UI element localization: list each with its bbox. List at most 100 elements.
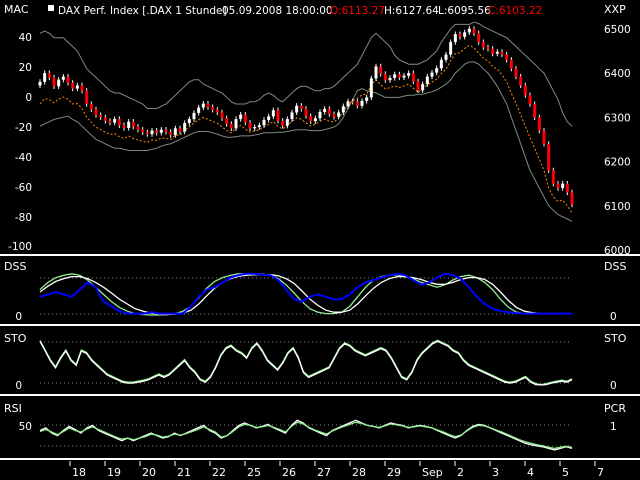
sto-panel: STO STO 0 0 xyxy=(4,332,627,392)
candle-body xyxy=(290,112,294,120)
candle-body xyxy=(47,73,51,78)
legend-marker xyxy=(48,5,54,11)
candle-body xyxy=(229,123,233,129)
rsi-panel: RSI PCR 50 1 xyxy=(4,402,626,451)
candle-body xyxy=(533,104,537,118)
dss-right-label: DSS xyxy=(604,260,626,273)
header-high: H:6127.64 xyxy=(384,5,439,17)
sto-right-label: STO xyxy=(604,332,627,345)
candle-body xyxy=(99,115,103,118)
x-axis: 18 19 20 21 22 25 26 27 28 29 Sep 2 3 4 5 7 xyxy=(69,461,604,479)
candle-body xyxy=(323,108,327,112)
x-tick-label: 21 xyxy=(177,466,191,479)
candle-body xyxy=(164,129,168,132)
candle-body xyxy=(313,118,317,122)
candle-body xyxy=(505,54,509,60)
candle-body xyxy=(341,106,345,113)
candle-body xyxy=(481,42,485,48)
candle-body xyxy=(449,42,453,55)
candle-body xyxy=(117,119,121,126)
candle-body xyxy=(159,129,163,133)
candle-body xyxy=(556,183,560,189)
candle-body xyxy=(421,84,425,91)
candle-body xyxy=(61,76,65,80)
series-line xyxy=(39,340,573,386)
candle-body xyxy=(351,101,355,103)
right-tick-label: 6200 xyxy=(604,157,631,169)
left-tick-label: 40 xyxy=(19,32,32,44)
rsi-left-label: RSI xyxy=(4,402,22,415)
candle-body xyxy=(463,32,467,37)
candle-body xyxy=(43,73,47,82)
x-tick-label: 18 xyxy=(72,466,86,479)
left-tick-label: -80 xyxy=(15,212,32,224)
candle-body xyxy=(495,51,499,54)
candle-body xyxy=(453,34,457,43)
candle-body xyxy=(80,85,84,91)
candle-body xyxy=(565,183,569,193)
header-low: L:6095.56 xyxy=(438,5,491,17)
candle-body xyxy=(155,130,159,133)
candle-body xyxy=(472,28,476,34)
candle-body xyxy=(234,119,238,129)
candle-body xyxy=(103,117,107,121)
candle-body xyxy=(183,123,187,132)
candle-body xyxy=(346,101,350,107)
candle-body xyxy=(211,107,215,110)
left-tick-label: -20 xyxy=(15,122,32,134)
left-tick-label: 0 xyxy=(25,92,32,104)
candle-body xyxy=(131,121,135,127)
candle-body xyxy=(178,128,182,132)
x-tick-label: Sep xyxy=(422,466,443,479)
candle-body xyxy=(416,81,420,91)
candle-body xyxy=(542,130,546,144)
x-tick-label: 20 xyxy=(142,466,156,479)
candle-body xyxy=(253,127,257,129)
x-tick-label: 29 xyxy=(387,466,401,479)
x-tick-label: 5 xyxy=(562,466,569,479)
candle-body xyxy=(66,76,70,83)
right-tick-label: 6500 xyxy=(604,24,631,36)
candle-body xyxy=(561,183,565,189)
candle-body xyxy=(467,28,471,33)
candle-body xyxy=(500,51,504,55)
candle-body xyxy=(360,100,364,106)
left-tick-label: -100 xyxy=(8,241,32,253)
candle-body xyxy=(243,114,247,123)
candle-body xyxy=(225,118,229,124)
candle-body xyxy=(85,90,89,105)
left-tick-label: -60 xyxy=(15,182,32,194)
candle-body xyxy=(215,109,219,113)
candle-body xyxy=(113,119,117,123)
candle-body xyxy=(299,105,303,109)
x-tick-label: 28 xyxy=(352,466,366,479)
candle-body xyxy=(262,119,266,126)
candle-body xyxy=(201,103,205,108)
candle-body xyxy=(281,120,285,126)
pcr-tick-label: 1 xyxy=(610,421,617,433)
dss-tick-label: 0 xyxy=(610,311,617,323)
price-panel-background xyxy=(0,0,640,255)
x-tick-label: 3 xyxy=(492,466,499,479)
candle-body xyxy=(52,77,56,87)
x-tick-label: 4 xyxy=(527,466,534,479)
candle-body xyxy=(519,76,523,86)
chart-header: DAX Perf. Index [.DAX 1 Stunde] 05.09.20… xyxy=(48,5,542,17)
rsi-right-label: PCR xyxy=(604,402,626,415)
left-axis-label: MAC xyxy=(4,3,29,16)
candle-body xyxy=(318,112,322,119)
candle-body xyxy=(89,104,93,110)
candle-body xyxy=(127,121,131,128)
candle-body xyxy=(257,125,261,128)
candle-body xyxy=(407,73,411,76)
candle-body xyxy=(514,68,518,77)
candle-body xyxy=(491,48,495,54)
candle-body xyxy=(220,112,224,119)
candle-body xyxy=(477,33,481,43)
candle-body xyxy=(528,95,532,105)
candle-body xyxy=(388,77,392,81)
candle-body xyxy=(551,170,555,184)
candle-body xyxy=(145,132,149,135)
series-line xyxy=(39,421,573,450)
header-open: O:6113.27 xyxy=(330,5,385,17)
